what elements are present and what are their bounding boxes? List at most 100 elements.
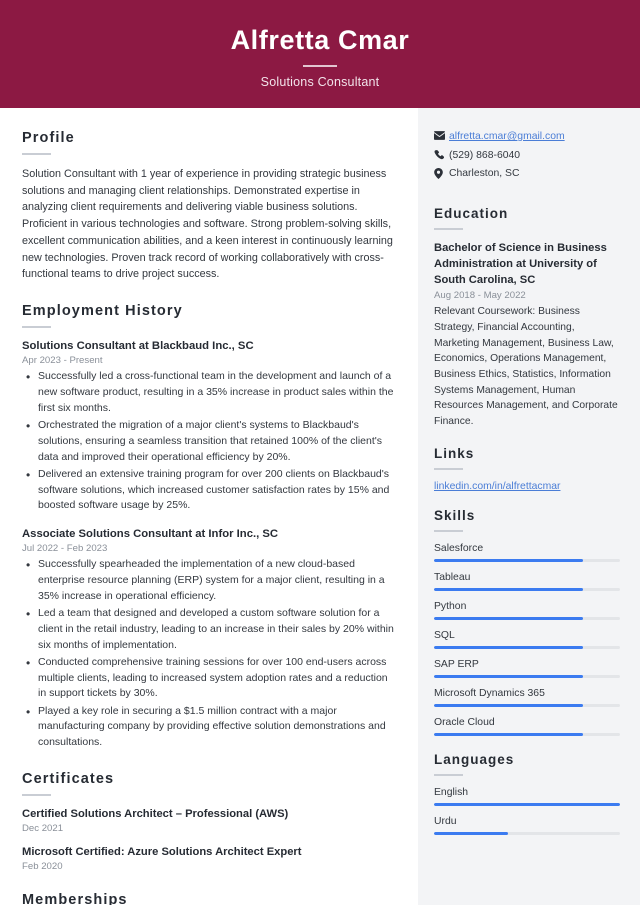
language-bar-fill: [434, 802, 620, 806]
skill-bar-track: [434, 558, 620, 562]
skill-bar-fill: [434, 674, 583, 678]
education-date: Aug 2018 - May 2022: [434, 290, 526, 302]
certificate-date: Dec 2021: [22, 823, 64, 834]
contact-info: alfretta.cmar@gmail.com (529) 868-6040 C…: [434, 130, 620, 182]
skill-item: Tableau: [434, 572, 620, 591]
language-bar-fill: [434, 831, 509, 835]
memberships-heading: Memberships: [22, 892, 128, 905]
skill-item: Oracle Cloud: [434, 717, 620, 736]
education-heading: Education: [434, 205, 509, 221]
language-label: Urdu: [434, 815, 457, 827]
resume-body: Profile Solution Consultant with 1 year …: [0, 108, 640, 905]
contact-row-location: Charleston, SC: [434, 167, 620, 182]
location-pin-icon: [434, 167, 449, 180]
skill-bar-fill: [434, 703, 583, 707]
language-bar-track: [434, 831, 620, 835]
linkedin-link[interactable]: linkedin.com/in/alfrettacmar: [434, 481, 620, 492]
language-item: Urdu: [434, 816, 620, 835]
job-date: Jul 2022 - Feb 2023: [22, 543, 108, 555]
education-description: Relevant Coursework: Business Strategy, …: [434, 306, 618, 427]
contact-row-email: alfretta.cmar@gmail.com: [434, 130, 620, 145]
section-languages: Languages English Urdu: [434, 752, 620, 835]
skill-bar-track: [434, 674, 620, 678]
heading-rule: [434, 529, 463, 532]
certificates-heading: Certificates: [22, 770, 115, 787]
skill-label: Tableau: [434, 571, 471, 583]
job-title: Associate Solutions Consultant at Infor …: [22, 528, 279, 541]
job-bullet-list: Successfully spearheaded the implementat…: [22, 556, 394, 751]
heading-rule: [434, 773, 463, 776]
skill-item: SAP ERP: [434, 659, 620, 678]
heading-rule: [434, 227, 463, 230]
skill-bar-track: [434, 732, 620, 736]
skill-bar-track: [434, 703, 620, 707]
certificate-title: Microsoft Certified: Azure Solutions Arc…: [22, 846, 302, 858]
location-value: Charleston, SC: [449, 168, 520, 180]
employment-heading: Employment History: [22, 303, 183, 320]
language-bar-track: [434, 802, 620, 806]
section-skills: Skills Salesforce Tableau Python SQL SAP…: [434, 508, 620, 736]
skill-bar-fill: [434, 587, 583, 591]
certificate-entry: Microsoft Certified: Azure Solutions Arc…: [22, 845, 394, 872]
skill-bar-fill: [434, 645, 583, 649]
skill-bar-fill: [434, 558, 583, 562]
heading-rule: [434, 467, 463, 470]
profile-heading: Profile: [22, 130, 75, 146]
skill-bar-fill: [434, 616, 583, 620]
job-bullet: Played a key role in securing a $1.5 mil…: [22, 703, 394, 751]
profile-text: Solution Consultant with 1 year of exper…: [22, 168, 393, 281]
sidebar-column: alfretta.cmar@gmail.com (529) 868-6040 C…: [418, 108, 640, 905]
header-divider: [303, 65, 337, 68]
certificate-date: Feb 2020: [22, 861, 63, 873]
skill-item: SQL: [434, 630, 620, 649]
certificate-entry: Certified Solutions Architect – Professi…: [22, 807, 394, 834]
heading-rule: [22, 793, 51, 796]
skill-label: SAP ERP: [434, 658, 479, 670]
skill-item: Salesforce: [434, 543, 620, 562]
skill-label: Salesforce: [434, 542, 484, 554]
section-certificates: Certificates Certified Solutions Archite…: [22, 771, 394, 872]
job-bullet: Successfully led a cross-functional team…: [22, 368, 394, 416]
skill-label: Microsoft Dynamics 365: [434, 687, 545, 699]
skill-label: Oracle Cloud: [434, 716, 495, 728]
heading-rule: [22, 153, 51, 155]
job-bullet: Delivered an extensive training program …: [22, 466, 394, 514]
job-bullet: Led a team that designed and developed a…: [22, 605, 394, 653]
job-bullet: Successfully spearheaded the implementat…: [22, 556, 394, 604]
education-degree: Bachelor of Science in Business Administ…: [434, 241, 607, 286]
section-employment-history: Employment History Solutions Consultant …: [22, 303, 394, 751]
skill-bar-track: [434, 645, 620, 649]
job-bullet-list: Successfully led a cross-functional team…: [22, 368, 394, 514]
skill-bar-track: [434, 616, 620, 620]
section-memberships: Memberships: [22, 892, 394, 905]
phone-icon: [434, 149, 449, 160]
candidate-job-title: Solutions Consultant: [260, 75, 380, 90]
links-heading: Links: [434, 445, 475, 461]
main-column: Profile Solution Consultant with 1 year …: [0, 108, 418, 905]
employment-entry: Solutions Consultant at Blackbaud Inc., …: [22, 339, 394, 514]
job-bullet: Orchestrated the migration of a major cl…: [22, 417, 394, 465]
skill-bar-track: [434, 587, 620, 591]
employment-entry: Associate Solutions Consultant at Infor …: [22, 527, 394, 751]
section-profile: Profile Solution Consultant with 1 year …: [22, 130, 394, 283]
certificate-title: Certified Solutions Architect – Professi…: [22, 807, 289, 820]
phone-value: (529) 868-6040: [449, 149, 521, 161]
email-link[interactable]: alfretta.cmar@gmail.com: [449, 130, 565, 145]
languages-heading: Languages: [434, 751, 515, 767]
heading-rule: [22, 326, 51, 329]
candidate-name: Alfretta Cmar: [230, 24, 410, 55]
section-links: Links linkedin.com/in/alfrettacmar: [434, 446, 620, 492]
job-title: Solutions Consultant at Blackbaud Inc., …: [22, 340, 254, 353]
skills-heading: Skills: [434, 507, 476, 523]
skill-item: Python: [434, 601, 620, 620]
skill-bar-fill: [434, 732, 583, 736]
envelope-icon: [434, 130, 449, 140]
job-bullet: Conducted comprehensive training session…: [22, 654, 394, 702]
section-education: Education Bachelor of Science in Busines…: [434, 206, 620, 430]
skill-item: Microsoft Dynamics 365: [434, 688, 620, 707]
language-label: English: [434, 786, 469, 798]
skill-label: SQL: [434, 629, 455, 641]
contact-row-phone: (529) 868-6040: [434, 149, 620, 164]
job-date: Apr 2023 - Present: [22, 355, 103, 367]
resume-page: Alfretta Cmar Solutions Consultant Profi…: [0, 0, 640, 905]
